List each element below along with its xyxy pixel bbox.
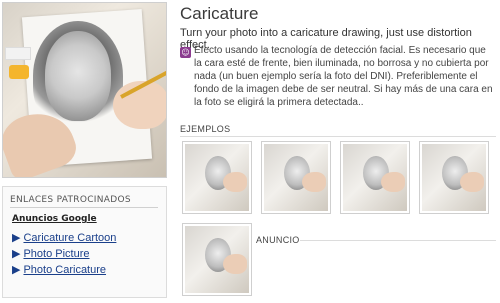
effect-description: Efecto usando la tecnología de detección… <box>194 45 493 108</box>
example-thumbnail-3[interactable] <box>340 141 410 214</box>
triangle-right-icon: ▶ <box>12 264 21 276</box>
ad-link-label: Caricature Cartoon <box>23 232 117 244</box>
sketch-face <box>45 31 111 121</box>
face-detection-icon: ☺ <box>180 47 191 58</box>
anuncio-divider <box>300 240 496 241</box>
sponsored-links-box: ENLACES PATROCINADOS Anuncios Google ▶ Ca… <box>2 186 167 298</box>
examples-divider <box>180 136 496 137</box>
ad-link-photo-picture[interactable]: ▶ Photo Picture <box>12 247 90 260</box>
main-preview-image <box>2 2 167 178</box>
triangle-right-icon: ▶ <box>12 248 21 260</box>
eraser <box>5 47 31 60</box>
sponsored-divider <box>10 207 158 208</box>
google-ads-link[interactable]: Anuncios Google <box>12 214 97 224</box>
example-thumbnail-5[interactable] <box>182 223 252 296</box>
sharpener <box>9 65 29 79</box>
anuncio-label: ANUNCIO <box>256 235 300 245</box>
triangle-right-icon: ▶ <box>12 232 21 244</box>
ad-link-caricature-cartoon[interactable]: ▶ Caricature Cartoon <box>12 231 116 244</box>
ad-link-label: Photo Picture <box>23 248 90 260</box>
example-thumbnail-4[interactable] <box>419 141 489 214</box>
sponsored-header: ENLACES PATROCINADOS <box>10 195 131 205</box>
examples-label: EJEMPLOS <box>180 124 231 134</box>
page-title: Caricature <box>180 4 259 23</box>
example-thumbnail-2[interactable] <box>261 141 331 214</box>
ad-link-label: Photo Caricature <box>23 264 107 276</box>
ad-link-photo-caricature[interactable]: ▶ Photo Caricature <box>12 263 106 276</box>
example-thumbnail-1[interactable] <box>182 141 252 214</box>
